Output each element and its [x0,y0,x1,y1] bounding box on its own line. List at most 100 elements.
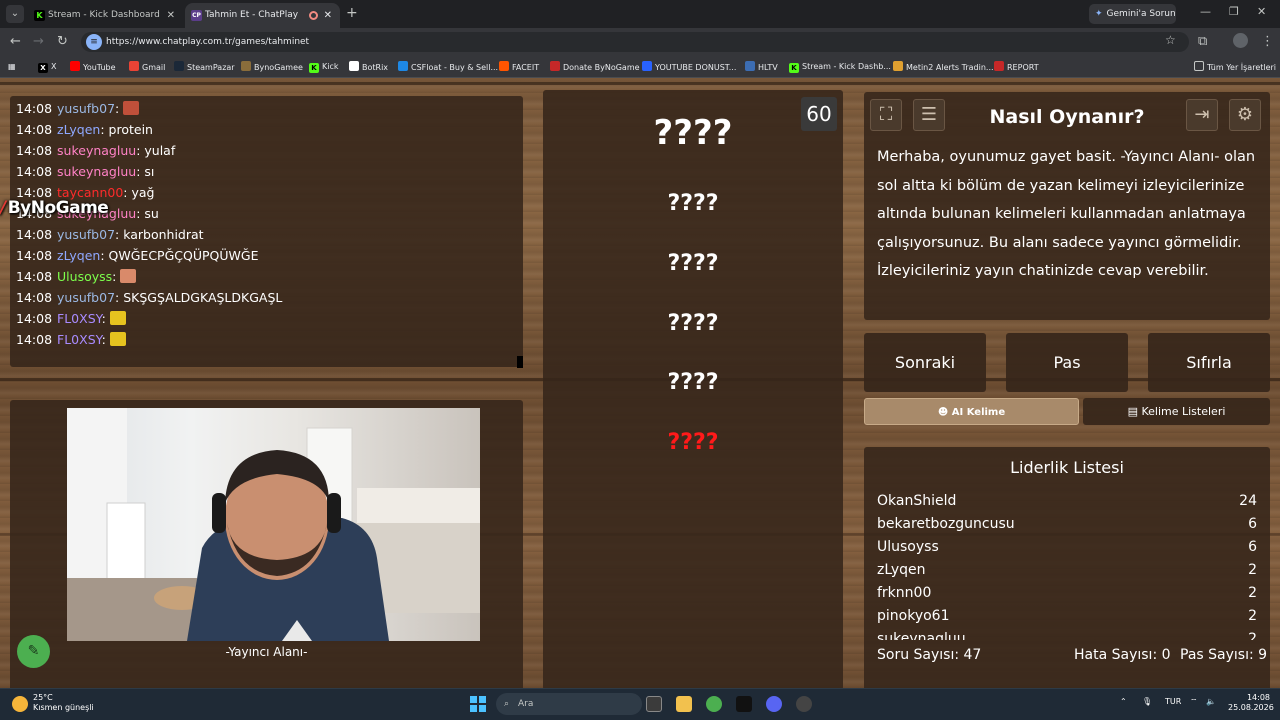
bookmark-kick[interactable]: K Kick [309,61,339,73]
bookmark-bynogamee[interactable]: BynoGamee [241,61,303,74]
bookmark-youtube-donust[interactable]: YOUTUBE DONUST... [642,61,736,74]
weather-widget[interactable]: 25°C Kısmen güneşli [33,693,94,713]
volume-icon[interactable]: 🔈 [1206,697,1216,706]
emote-icon [109,332,126,346]
player-name: OkanShield [877,493,957,509]
chat-time: 14:08 [16,122,53,137]
chat-username[interactable]: sukeynagluu [57,143,136,158]
bookmark-kick-dashboard[interactable]: K Stream - Kick Dashb... [789,61,891,73]
chat-colon: : [100,248,109,263]
reset-button[interactable]: Sıfırla [1148,333,1270,392]
player-name: pinokyo61 [877,608,950,624]
chat-message: 14:08 sukeynagluu: yulaf [16,142,175,160]
task-view-icon[interactable] [646,696,662,712]
chat-username[interactable]: FL0XSY [57,332,102,347]
wifi-icon[interactable]: ⌔ [1190,697,1198,707]
chat-username[interactable]: FL0XSY [57,311,102,326]
language-indicator[interactable]: TUR [1165,697,1181,706]
restore-icon[interactable]: ❐ [1229,5,1239,18]
chat-username[interactable]: zLyqen [57,122,100,137]
gemini-button[interactable]: ✦ Gemini'a Sorun [1089,4,1176,24]
reload-icon[interactable]: ↻ [57,34,68,49]
exit-icon[interactable]: ⇥ [1186,99,1218,131]
back-arrow-icon[interactable]: ← [10,34,21,49]
menu-kebab-icon[interactable]: ⋮ [1261,34,1274,49]
forward-arrow-icon[interactable]: → [33,34,44,49]
close-window-icon[interactable]: ✕ [1257,5,1266,18]
discord-icon[interactable] [766,696,782,712]
bookmark-steampazar[interactable]: SteamPazar [174,61,235,74]
player-score: 2 [1248,608,1257,624]
bookmark-gmail[interactable]: Gmail [129,61,165,74]
chat-scrollbar[interactable] [517,356,523,368]
chrome-icon[interactable] [706,696,722,712]
windows-start-icon[interactable] [470,696,486,712]
player-score: 2 [1248,631,1257,640]
taskbar-search[interactable]: ⌕ Ara [496,693,642,715]
taskbar-clock[interactable]: 14:08 25.08.2026 [1228,693,1274,713]
obs-icon[interactable] [796,696,812,712]
notes-icon[interactable]: ☰ [913,99,945,131]
close-tab-icon[interactable]: ✕ [167,3,175,28]
chat-message: 14:08 zLyqen: protein [16,121,153,139]
apps-grid-icon[interactable]: ▦ [8,61,16,73]
all-bookmarks[interactable]: Tüm Yer İşaretleri [1194,61,1276,74]
bookmark-metin2[interactable]: Metin2 Alerts Tradin... [893,61,994,74]
chat-message: 14:08 yusufb07: SKŞGŞALDGKAŞLDKGAŞL [16,289,282,307]
leaderboard-row: bekaretbozguncusu 6 [877,514,1257,534]
settings-gear-icon[interactable]: ⚙ [1229,99,1261,131]
leaderboard-list[interactable]: OkanShield 24 bekaretbozguncusu 6 Ulusoyss 6 z… [864,490,1270,640]
minimize-icon[interactable]: — [1200,5,1211,18]
chat-username[interactable]: yusufb07 [57,101,115,116]
tab-search-chevron-icon[interactable]: ⌄ [6,5,24,23]
microphone-icon[interactable]: 🎙 [1142,697,1152,706]
emote-icon [109,311,126,325]
file-explorer-icon[interactable] [676,696,692,712]
bookmark-hltv[interactable]: HLTV [745,61,778,74]
ai-word-tab[interactable]: ☻ AI Kelime [864,398,1079,425]
tray-chevron-icon[interactable]: ⌃ [1120,697,1127,706]
bookmark-star-icon[interactable]: ☆ [1165,33,1176,47]
chat-colon: : [100,122,109,137]
chat-username[interactable]: yusufb07 [57,227,115,242]
url-text[interactable]: https://www.chatplay.com.tr/games/tahmin… [106,34,309,50]
chat-username[interactable]: sukeynagluu [57,164,136,179]
list-doc-icon: ▤ [1127,405,1142,418]
pass-button[interactable]: Pas [1006,333,1128,392]
bookmark-youtube[interactable]: YouTube [70,61,116,74]
search-icon: ⌕ [504,699,510,709]
bookmark-donate-bynogame[interactable]: Donate ByNoGame [550,61,640,74]
bookmark-x[interactable]: XX [38,61,56,73]
bookmark-csfloat[interactable]: CSFloat - Buy & Sell... [398,61,498,74]
bookmark-faceit[interactable]: FACEIT [499,61,539,74]
webcam-video [67,408,480,641]
bookmark-report[interactable]: REPORT [994,61,1039,74]
emote-icon [120,269,137,283]
next-button[interactable]: Sonraki [864,333,986,392]
pass-count: Pas Sayısı: 9 [1180,647,1268,663]
close-tab-icon[interactable]: ✕ [324,3,332,28]
youtube-icon [70,61,80,71]
taboo-word: ???? [667,370,719,395]
browser-tab-kick-dashboard[interactable]: K Stream - Kick Dashboard ✕ [28,3,183,28]
word-lists-tab[interactable]: ▤ Kelime Listeleri [1083,398,1270,425]
weather-sun-icon[interactable] [12,696,28,712]
profile-avatar[interactable] [1233,33,1248,48]
chat-username[interactable]: yusufb07 [57,290,115,305]
pen-tool-button[interactable]: ✎ [17,635,50,668]
bookmark-botrix[interactable]: BotRix [349,61,388,74]
capcut-icon[interactable] [736,696,752,712]
fullscreen-icon[interactable]: ⛶ [870,99,902,131]
chat-time: 14:08 [16,164,53,179]
site-info-icon[interactable]: ≡ [86,34,102,50]
chat-message: 14:08 zLyqen: QWĞECPĞÇQÜPQÜWĞE [16,247,258,265]
chat-username[interactable]: Ulusoyss [57,269,112,284]
chat-message: 14:08 yusufb07: karbonhidrat [16,226,204,244]
new-tab-plus-icon[interactable]: + [346,5,358,21]
browser-tab-chatplay[interactable]: CP Tahmin Et - ChatPlay ✕ [185,3,340,28]
gemini-sparkle-icon: ✦ [1095,9,1103,19]
extensions-puzzle-icon[interactable]: ⧉ [1198,34,1207,49]
chat-username[interactable]: zLyqen [57,248,100,263]
bynogame-icon [241,61,251,71]
chat-time: 14:08 [16,101,53,116]
